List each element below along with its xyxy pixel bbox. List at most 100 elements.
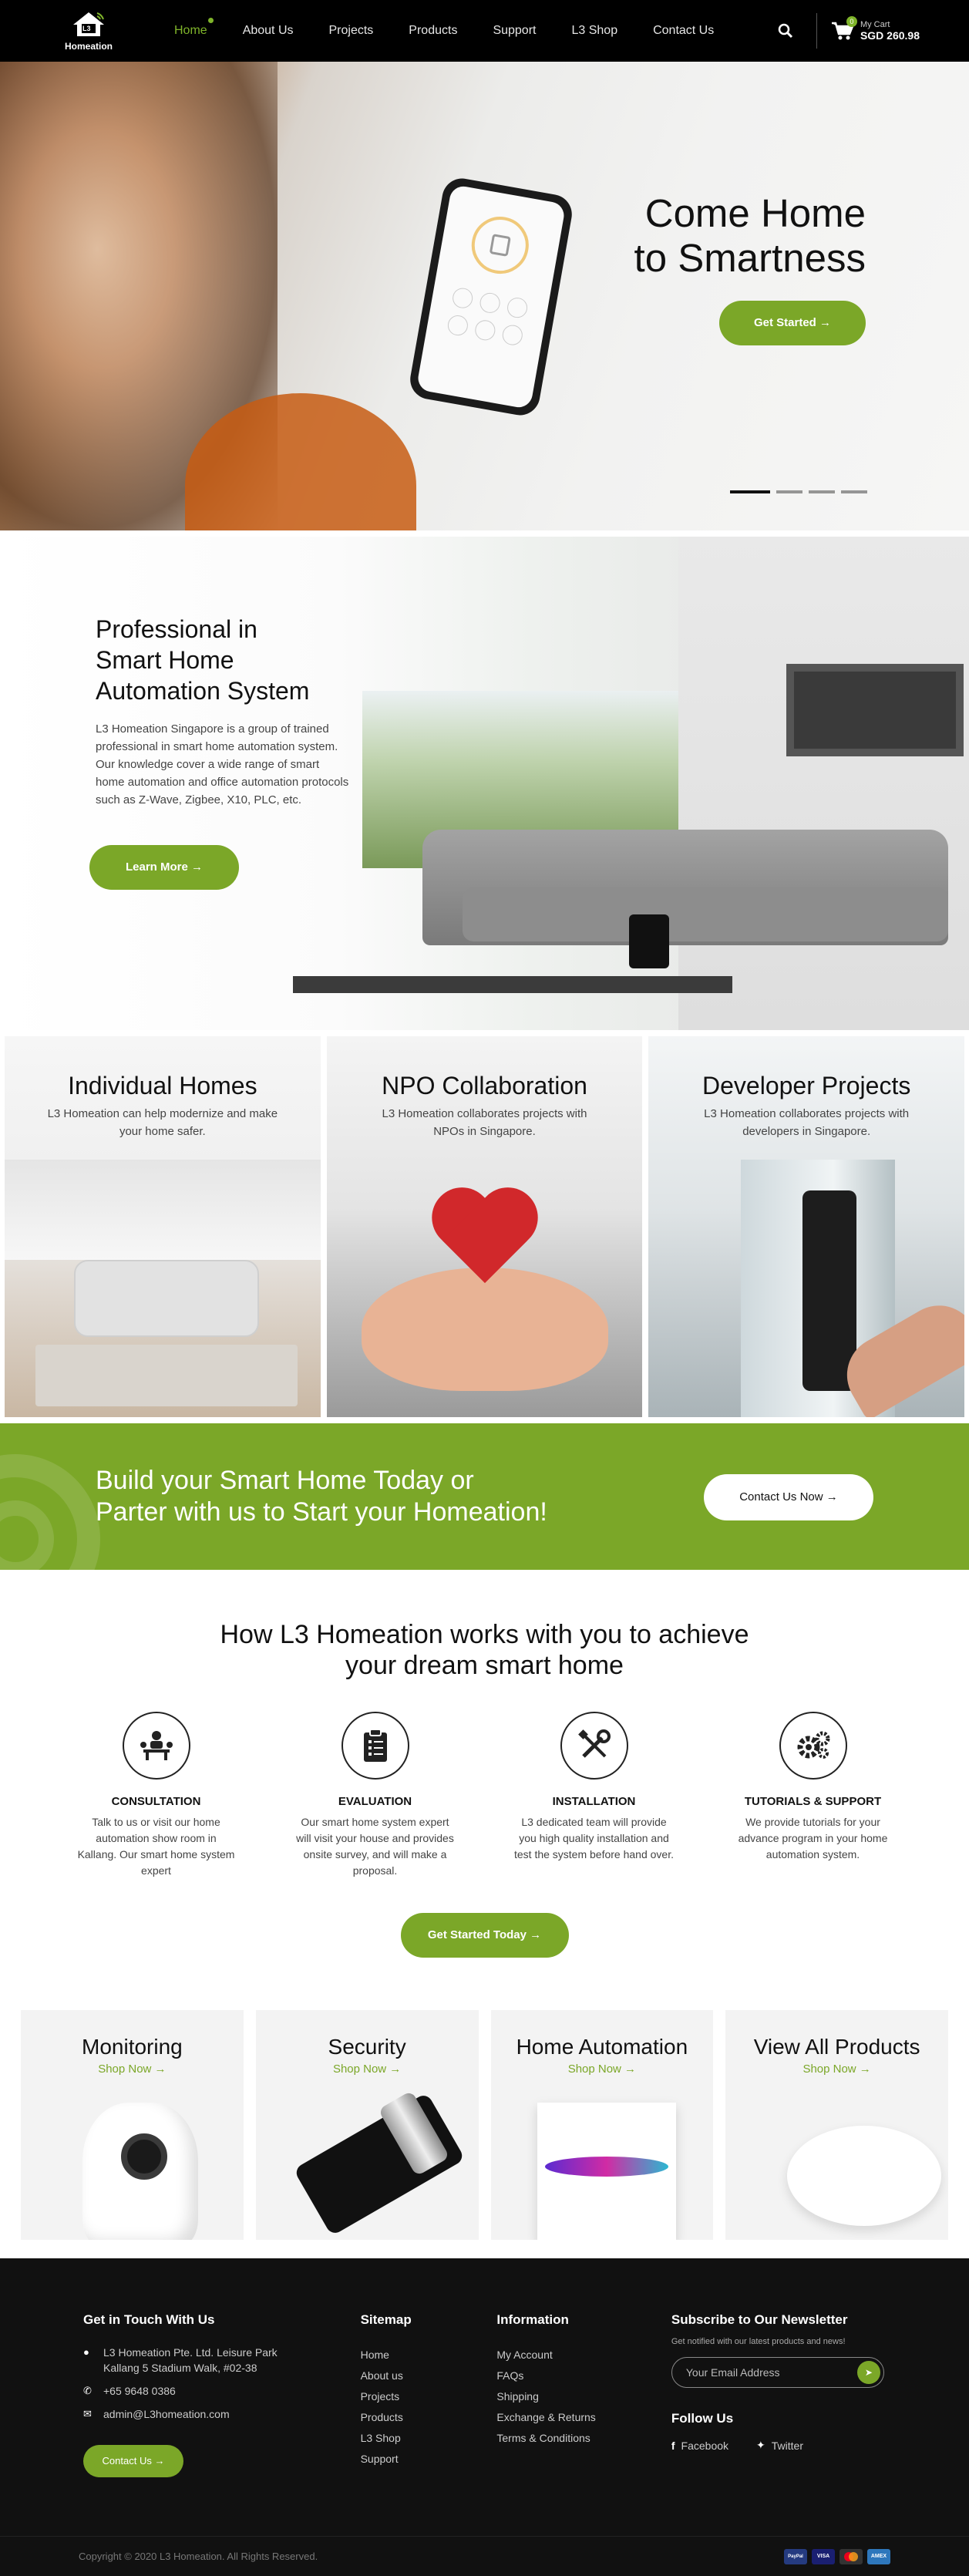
about-description: L3 Homeation Singapore is a group of tra… bbox=[96, 722, 349, 806]
sofa-seat bbox=[463, 887, 948, 941]
slider-dot-2[interactable] bbox=[776, 490, 802, 493]
couch-image bbox=[74, 1260, 259, 1337]
contact-us-now-button[interactable]: Contact Us Now → bbox=[704, 1474, 873, 1520]
coffee-table-image bbox=[293, 976, 732, 993]
footer-newsletter: Subscribe to Our Newsletter Get notified… bbox=[671, 2312, 886, 2477]
get-started-today-button[interactable]: Get Started Today → bbox=[400, 1913, 569, 1958]
slider-dot-3[interactable] bbox=[809, 490, 835, 493]
step-consultation: CONSULTATION Talk to us or visit our hom… bbox=[66, 1712, 247, 1879]
map-pin-icon: ● bbox=[83, 2346, 89, 2358]
address-line2: Kallang 5 Stadium Walk, #02-38 bbox=[103, 2362, 257, 2374]
footer-heading: Information bbox=[496, 2312, 569, 2327]
info-link-my-account[interactable]: My Account bbox=[496, 2345, 671, 2366]
menu-item-l3-shop[interactable]: L3 Shop bbox=[571, 24, 617, 38]
cart-icon: 0 bbox=[831, 16, 857, 41]
menu-item-home[interactable]: Home bbox=[174, 18, 214, 38]
step-text: We provide tutorials for your advance pr… bbox=[738, 1816, 888, 1860]
card-developer-projects[interactable]: Developer Projects L3 Homeation collabor… bbox=[648, 1036, 965, 1417]
process-steps: CONSULTATION Talk to us or visit our hom… bbox=[0, 1712, 969, 1879]
menu-item-projects[interactable]: Projects bbox=[329, 24, 374, 38]
twitter-label: Twitter bbox=[771, 2439, 803, 2452]
product-card-home-automation[interactable]: Home Automation Shop Now → bbox=[490, 2010, 714, 2240]
search-icon[interactable] bbox=[778, 23, 793, 39]
info-link-shipping[interactable]: Shipping bbox=[496, 2386, 671, 2407]
card-title: Individual Homes bbox=[68, 1072, 257, 1099]
product-title: View All Products bbox=[753, 2035, 920, 2059]
twitter-link[interactable]: ✦ Twitter bbox=[756, 2439, 803, 2452]
address-text: L3 Homeation Pte. Ltd. Leisure Park Kall… bbox=[103, 2345, 278, 2376]
phone-icon: ✆ bbox=[83, 2385, 92, 2396]
sitemap-link-home[interactable]: Home bbox=[361, 2345, 497, 2366]
cart-label: My Cart bbox=[860, 20, 890, 29]
envelope-icon: ✉ bbox=[83, 2408, 92, 2419]
step-tutorials-support: TUTORIALS & SUPPORT We provide tutorials… bbox=[723, 1712, 903, 1879]
email-link[interactable]: admin@L3homeation.com bbox=[103, 2406, 230, 2422]
top-navbar: L3 Homeation Home About Us Projects Prod… bbox=[0, 0, 969, 62]
menu-item-support[interactable]: Support bbox=[493, 24, 536, 38]
product-categories: Monitoring Shop Now → Security Shop Now … bbox=[0, 2010, 969, 2240]
step-title: TUTORIALS & SUPPORT bbox=[744, 1795, 882, 1808]
newsletter-email-input[interactable] bbox=[685, 2366, 857, 2379]
menu-item-contact-us[interactable]: Contact Us bbox=[653, 24, 714, 38]
tools-icon bbox=[560, 1712, 628, 1780]
facebook-link[interactable]: f Facebook bbox=[671, 2439, 728, 2452]
cart-button[interactable]: 0 My Cart SGD 260.98 bbox=[831, 16, 920, 42]
consultation-icon bbox=[122, 1712, 190, 1780]
living-room-wall bbox=[678, 537, 969, 1030]
cart-total: SGD 260.98 bbox=[860, 29, 920, 42]
card-npo-collaboration[interactable]: NPO Collaboration L3 Homeation collabora… bbox=[326, 1036, 643, 1417]
newsletter-note: Get notified with our latest products an… bbox=[671, 2337, 846, 2346]
product-card-view-all[interactable]: View All Products Shop Now → bbox=[725, 2010, 948, 2240]
sitemap-link-about[interactable]: About us bbox=[361, 2366, 497, 2386]
footer-information: Information My Account FAQs Shipping Exc… bbox=[496, 2312, 671, 2477]
amex-icon: AMEX bbox=[867, 2548, 890, 2564]
step-title: CONSULTATION bbox=[111, 1795, 201, 1808]
shop-now-link[interactable]: Shop Now → bbox=[568, 2062, 636, 2076]
shop-now-link[interactable]: Shop Now → bbox=[333, 2062, 401, 2076]
footer-contact: Get in Touch With Us ● L3 Homeation Pte.… bbox=[83, 2312, 361, 2477]
shop-now-link[interactable]: Shop Now → bbox=[98, 2062, 166, 2076]
send-icon[interactable]: ➤ bbox=[856, 2361, 880, 2384]
sitemap-link-projects[interactable]: Projects bbox=[361, 2386, 497, 2407]
paypal-icon: PayPal bbox=[784, 2548, 807, 2564]
phone-link[interactable]: +65 9648 0386 bbox=[103, 2383, 176, 2399]
get-started-button[interactable]: Get Started → bbox=[719, 301, 866, 345]
info-link-faqs[interactable]: FAQs bbox=[496, 2366, 671, 2386]
slider-dots bbox=[730, 490, 867, 493]
sitemap-link-shop[interactable]: L3 Shop bbox=[361, 2428, 497, 2449]
facebook-icon: f bbox=[671, 2439, 675, 2452]
menu-item-products[interactable]: Products bbox=[409, 24, 457, 38]
sitemap-link-products[interactable]: Products bbox=[361, 2407, 497, 2428]
kitchen-image bbox=[5, 1160, 321, 1260]
slider-dot-4[interactable] bbox=[841, 490, 867, 493]
how-title-line1: How L3 Homeation works with you to achie… bbox=[220, 1620, 749, 1649]
step-text: L3 dedicated team will provide you high … bbox=[513, 1816, 674, 1860]
shop-now-link[interactable]: Shop Now → bbox=[802, 2062, 870, 2076]
product-card-security[interactable]: Security Shop Now → bbox=[255, 2010, 479, 2240]
phone-row: ✆ +65 9648 0386 bbox=[83, 2383, 361, 2399]
band-title-line2: Parter with us to Start your Homeation! bbox=[96, 1497, 547, 1527]
gears-icon bbox=[779, 1712, 847, 1780]
camera-image bbox=[82, 2103, 198, 2240]
site-logo[interactable]: L3 Homeation bbox=[62, 10, 116, 52]
card-title: Developer Projects bbox=[702, 1072, 911, 1099]
footer-contact-button[interactable]: Contact Us → bbox=[83, 2445, 183, 2477]
payment-methods: PayPal VISA AMEX bbox=[784, 2548, 890, 2564]
facebook-label: Facebook bbox=[681, 2439, 729, 2452]
info-link-exchange-returns[interactable]: Exchange & Returns bbox=[496, 2407, 671, 2428]
nav-divider bbox=[816, 13, 817, 49]
email-row: ✉ admin@L3homeation.com bbox=[83, 2406, 361, 2422]
smart-hub-icon bbox=[629, 914, 669, 968]
menu-item-about-us[interactable]: About Us bbox=[243, 24, 294, 38]
card-text: L3 Homeation can help modernize and make… bbox=[47, 1107, 278, 1138]
cart-summary: My Cart SGD 260.98 bbox=[860, 20, 920, 42]
sitemap-link-support[interactable]: Support bbox=[361, 2449, 497, 2470]
step-installation: INSTALLATION L3 dedicated team will prov… bbox=[504, 1712, 685, 1879]
slider-dot-1[interactable] bbox=[730, 490, 770, 493]
info-link-terms[interactable]: Terms & Conditions bbox=[496, 2428, 671, 2449]
product-card-monitoring[interactable]: Monitoring Shop Now → bbox=[21, 2010, 244, 2240]
card-individual-homes[interactable]: Individual Homes L3 Homeation can help m… bbox=[5, 1036, 321, 1417]
learn-more-button[interactable]: Learn More → bbox=[89, 845, 239, 890]
partner-cta-band: Build your Smart Home Today or Parter wi… bbox=[0, 1423, 969, 1570]
footer-heading: Sitemap bbox=[360, 2312, 412, 2327]
